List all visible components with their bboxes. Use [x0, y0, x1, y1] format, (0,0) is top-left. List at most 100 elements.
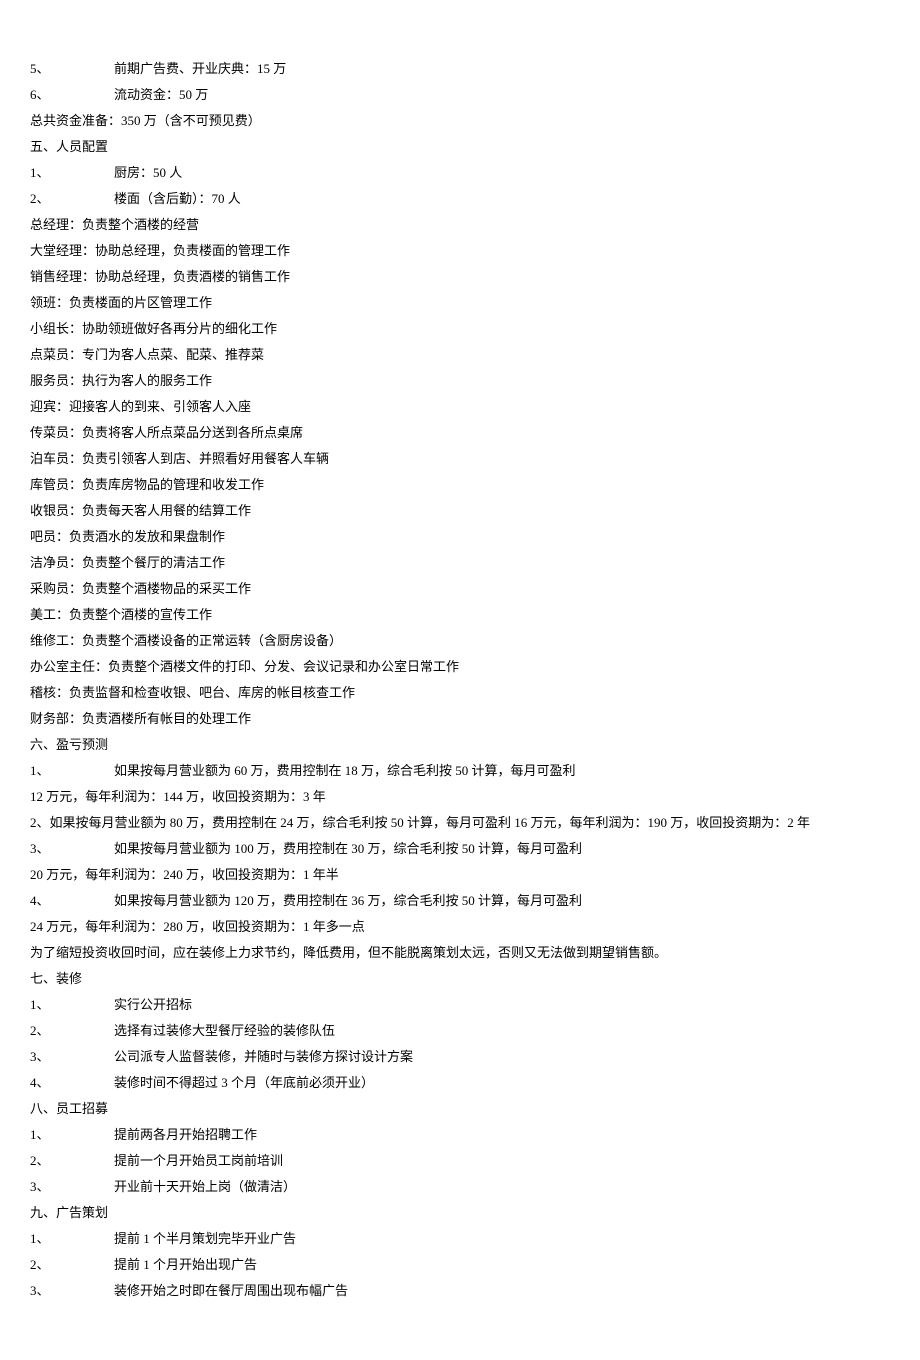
text-line: 1、 如果按每月营业额为 60 万，费用控制在 18 万，综合毛利按 50 计算，…	[30, 758, 890, 784]
paragraph-text: 销售经理：协助总经理，负责酒楼的销售工作	[30, 269, 290, 284]
list-number: 4、	[30, 1070, 56, 1096]
text-line: 库管员：负责库房物品的管理和收发工作	[30, 472, 890, 498]
text-line: 泊车员：负责引领客人到店、并照看好用餐客人车辆	[30, 446, 890, 472]
list-number: 6、	[30, 82, 56, 108]
text-line: 小组长：协助领班做好各再分片的细化工作	[30, 316, 890, 342]
text-line: 维修工：负责整个酒楼设备的正常运转（含厨房设备）	[30, 628, 890, 654]
paragraph-text: 20 万元，每年利润为：240 万，收回投资期为：1 年半	[30, 867, 339, 882]
paragraph-text: 12 万元，每年利润为：144 万，收回投资期为：3 年	[30, 789, 326, 804]
list-number: 3、	[30, 1278, 56, 1304]
text-line: 4、 如果按每月营业额为 120 万，费用控制在 36 万，综合毛利按 50 计算…	[30, 888, 890, 914]
list-number: 1、	[30, 758, 56, 784]
document-body: 5、前期广告费、开业庆典：15 万6、 流动资金：50 万总共资金准备：350 万…	[30, 56, 890, 1304]
text-line: 24 万元，每年利润为：280 万，收回投资期为：1 年多一点	[30, 914, 890, 940]
text-line: 2、 选择有过装修大型餐厅经验的装修队伍	[30, 1018, 890, 1044]
paragraph-text: 美工：负责整个酒楼的宣传工作	[30, 607, 212, 622]
text-line: 12 万元，每年利润为：144 万，收回投资期为：3 年	[30, 784, 890, 810]
paragraph-text: 大堂经理：协助总经理，负责楼面的管理工作	[30, 243, 290, 258]
list-number: 3、	[30, 836, 56, 862]
text-line: 办公室主任：负责整个酒楼文件的打印、分发、会议记录和办公室日常工作	[30, 654, 890, 680]
text-line: 1、 厨房：50 人	[30, 160, 890, 186]
list-number: 1、	[30, 992, 56, 1018]
list-text: 开业前十天开始上岗（做清洁）	[114, 1179, 296, 1194]
text-line: 六、盈亏预测	[30, 732, 890, 758]
list-number: 2、	[30, 186, 56, 212]
text-line: 5、前期广告费、开业庆典：15 万	[30, 56, 890, 82]
paragraph-text: 维修工：负责整个酒楼设备的正常运转（含厨房设备）	[30, 633, 342, 648]
list-text: 如果按每月营业额为 120 万，费用控制在 36 万，综合毛利按 50 计算，每…	[114, 893, 582, 908]
list-text: 提前一个月开始员工岗前培训	[114, 1153, 283, 1168]
paragraph-text: 2、如果按每月营业额为 80 万，费用控制在 24 万，综合毛利按 50 计算，…	[30, 815, 810, 830]
paragraph-text: 总共资金准备：350 万（含不可预见费）	[30, 113, 261, 128]
text-line: 吧员：负责酒水的发放和果盘制作	[30, 524, 890, 550]
text-line: 领班：负责楼面的片区管理工作	[30, 290, 890, 316]
paragraph-text: 八、员工招募	[30, 1101, 108, 1116]
paragraph-text: 九、广告策划	[30, 1205, 108, 1220]
list-text: 提前 1 个月开始出现广告	[114, 1257, 257, 1272]
list-number: 1、	[30, 1122, 56, 1148]
list-text: 楼面（含后勤）：70 人	[114, 191, 241, 206]
list-text: 厨房：50 人	[114, 165, 182, 180]
list-number: 5、	[30, 56, 56, 82]
list-text: 如果按每月营业额为 100 万，费用控制在 30 万，综合毛利按 50 计算，每…	[114, 841, 582, 856]
paragraph-text: 六、盈亏预测	[30, 737, 108, 752]
text-line: 1、 提前 1 个半月策划完毕开业广告	[30, 1226, 890, 1252]
text-line: 七、装修	[30, 966, 890, 992]
text-line: 迎宾：迎接客人的到来、引领客人入座	[30, 394, 890, 420]
paragraph-text: 为了缩短投资收回时间，应在装修上力求节约，降低费用，但不能脱离策划太远，否则又无…	[30, 945, 667, 960]
paragraph-text: 财务部：负责酒楼所有帐目的处理工作	[30, 711, 251, 726]
list-text: 提前两各月开始招聘工作	[114, 1127, 257, 1142]
paragraph-text: 七、装修	[30, 971, 82, 986]
list-text: 实行公开招标	[114, 997, 192, 1012]
list-text: 选择有过装修大型餐厅经验的装修队伍	[114, 1023, 335, 1038]
text-line: 销售经理：协助总经理，负责酒楼的销售工作	[30, 264, 890, 290]
text-line: 3、 开业前十天开始上岗（做清洁）	[30, 1174, 890, 1200]
text-line: 为了缩短投资收回时间，应在装修上力求节约，降低费用，但不能脱离策划太远，否则又无…	[30, 940, 890, 966]
list-text: 公司派专人监督装修，并随时与装修方探讨设计方案	[114, 1049, 413, 1064]
list-text: 流动资金：50 万	[114, 87, 208, 102]
paragraph-text: 传菜员：负责将客人所点菜品分送到各所点桌席	[30, 425, 303, 440]
list-text: 如果按每月营业额为 60 万，费用控制在 18 万，综合毛利按 50 计算，每月…	[114, 763, 576, 778]
list-number: 2、	[30, 1148, 56, 1174]
text-line: 总经理：负责整个酒楼的经营	[30, 212, 890, 238]
list-number: 1、	[30, 160, 56, 186]
text-line: 服务员：执行为客人的服务工作	[30, 368, 890, 394]
text-line: 6、 流动资金：50 万	[30, 82, 890, 108]
paragraph-text: 五、人员配置	[30, 139, 108, 154]
text-line: 九、广告策划	[30, 1200, 890, 1226]
text-line: 2、 提前 1 个月开始出现广告	[30, 1252, 890, 1278]
paragraph-text: 采购员：负责整个酒楼物品的采买工作	[30, 581, 251, 596]
text-line: 2、 提前一个月开始员工岗前培训	[30, 1148, 890, 1174]
paragraph-text: 吧员：负责酒水的发放和果盘制作	[30, 529, 225, 544]
text-line: 稽核：负责监督和检查收银、吧台、库房的帐目核查工作	[30, 680, 890, 706]
paragraph-text: 24 万元，每年利润为：280 万，收回投资期为：1 年多一点	[30, 919, 365, 934]
text-line: 20 万元，每年利润为：240 万，收回投资期为：1 年半	[30, 862, 890, 888]
paragraph-text: 点菜员：专门为客人点菜、配菜、推荐菜	[30, 347, 264, 362]
text-line: 采购员：负责整个酒楼物品的采买工作	[30, 576, 890, 602]
list-text: 装修开始之时即在餐厅周围出现布幅广告	[114, 1283, 348, 1298]
list-number: 4、	[30, 888, 56, 914]
text-line: 1、 提前两各月开始招聘工作	[30, 1122, 890, 1148]
list-number: 1、	[30, 1226, 56, 1252]
list-number: 2、	[30, 1252, 56, 1278]
text-line: 3、 如果按每月营业额为 100 万，费用控制在 30 万，综合毛利按 50 计算…	[30, 836, 890, 862]
paragraph-text: 洁净员：负责整个餐厅的清洁工作	[30, 555, 225, 570]
list-number: 3、	[30, 1174, 56, 1200]
list-number: 2、	[30, 1018, 56, 1044]
text-line: 大堂经理：协助总经理，负责楼面的管理工作	[30, 238, 890, 264]
text-line: 八、员工招募	[30, 1096, 890, 1122]
text-line: 3、 公司派专人监督装修，并随时与装修方探讨设计方案	[30, 1044, 890, 1070]
list-number: 3、	[30, 1044, 56, 1070]
paragraph-text: 泊车员：负责引领客人到店、并照看好用餐客人车辆	[30, 451, 329, 466]
paragraph-text: 库管员：负责库房物品的管理和收发工作	[30, 477, 264, 492]
paragraph-text: 稽核：负责监督和检查收银、吧台、库房的帐目核查工作	[30, 685, 355, 700]
text-line: 五、人员配置	[30, 134, 890, 160]
paragraph-text: 领班：负责楼面的片区管理工作	[30, 295, 212, 310]
paragraph-text: 总经理：负责整个酒楼的经营	[30, 217, 199, 232]
paragraph-text: 收银员：负责每天客人用餐的结算工作	[30, 503, 251, 518]
paragraph-text: 迎宾：迎接客人的到来、引领客人入座	[30, 399, 251, 414]
list-text: 提前 1 个半月策划完毕开业广告	[114, 1231, 296, 1246]
list-text: 装修时间不得超过 3 个月（年底前必须开业）	[114, 1075, 374, 1090]
text-line: 2、 楼面（含后勤）：70 人	[30, 186, 890, 212]
text-line: 美工：负责整个酒楼的宣传工作	[30, 602, 890, 628]
